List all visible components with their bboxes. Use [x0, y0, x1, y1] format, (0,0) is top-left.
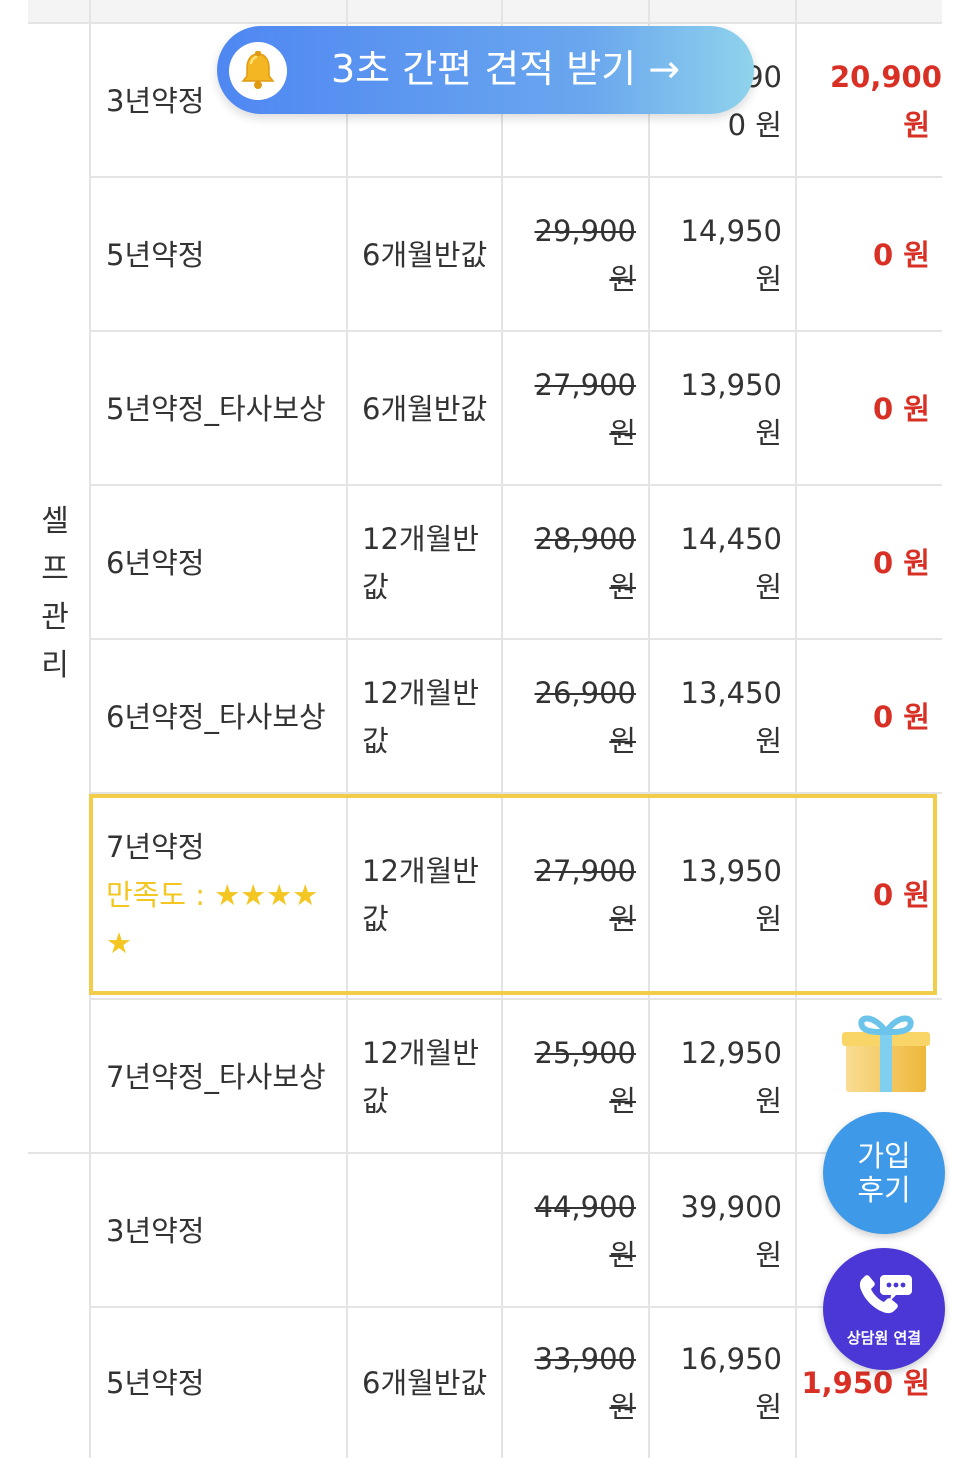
plan-name: 6년약정_타사보상 — [106, 700, 326, 734]
original-price: 29,900 원 — [534, 214, 636, 296]
discount-price: 14,450 원 — [680, 522, 782, 604]
plan-name: 7년약정_타사보상 — [106, 1060, 326, 1094]
discount-price: 16,950 원 — [680, 1342, 782, 1424]
table-row: 7년약정_타사보상 12개월반값 25,900 원 12,950 원 — [0, 1000, 972, 1154]
discount-price: 13,450 원 — [680, 676, 782, 758]
discount-price: 13,950 원 — [680, 368, 782, 450]
final-price: 0 원 — [873, 546, 930, 580]
final-price: 20,900 원 — [830, 60, 942, 142]
plan-name: 5년약정_타사보상 — [106, 392, 326, 426]
benefit: 6개월반값 — [362, 1366, 488, 1400]
final-price: 0 원 — [873, 700, 930, 734]
benefit: 6개월반값 — [362, 392, 488, 426]
benefit: 12개월반값 — [362, 1036, 479, 1118]
discount-price: 39,900 원 — [680, 1190, 782, 1272]
review-button[interactable]: 가입 후기 — [823, 1112, 945, 1234]
original-price: 33,900 원 — [534, 1342, 636, 1424]
recommended-row-highlight — [89, 794, 937, 995]
original-price: 25,900 원 — [534, 1036, 636, 1118]
original-price: 27,900 원 — [534, 368, 636, 450]
consult-button[interactable]: 상담원 연결 — [823, 1248, 945, 1370]
review-label-line2: 후기 — [857, 1173, 911, 1207]
consult-label: 상담원 연결 — [846, 1328, 922, 1347]
review-label-line1: 가입 — [857, 1139, 911, 1173]
quick-quote-banner[interactable]: 3초 간편 견적 받기 → — [217, 26, 754, 114]
benefit: 12개월반값 — [362, 676, 479, 758]
original-price: 26,900 원 — [534, 676, 636, 758]
plan-name: 5년약정 — [106, 1366, 205, 1400]
plan-name: 3년약정 — [106, 1214, 205, 1248]
table-row: 5년약정_타사보상 6개월반값 27,900 원 13,950 원 0 원 — [0, 332, 972, 486]
benefit: 12개월반값 — [362, 522, 479, 604]
original-price: 44,900 원 — [534, 1190, 636, 1272]
benefit: 6개월반값 — [362, 238, 488, 272]
table-row: 5년약정 6개월반값 29,900 원 14,950 원 0 원 — [0, 178, 972, 332]
gift-icon[interactable] — [840, 1004, 932, 1096]
table-row: 6년약정_타사보상 12개월반값 26,900 원 13,450 원 0 원 — [0, 640, 972, 794]
plan-name: 5년약정 — [106, 238, 205, 272]
discount-price: 12,950 원 — [680, 1036, 782, 1118]
table-header-band — [28, 0, 942, 24]
final-price: 0 원 — [873, 238, 930, 272]
discount-price: 14,950 원 — [680, 214, 782, 296]
plan-name: 6년약정 — [106, 546, 205, 580]
quick-quote-label[interactable]: 3초 간편 견적 받기 → — [331, 46, 680, 92]
table-row: 6년약정 12개월반값 28,900 원 14,450 원 0 원 — [0, 486, 972, 640]
original-price: 28,900 원 — [534, 522, 636, 604]
bell-icon — [229, 42, 287, 100]
phone-chat-icon — [859, 1274, 912, 1313]
final-price: 0 원 — [873, 392, 930, 426]
